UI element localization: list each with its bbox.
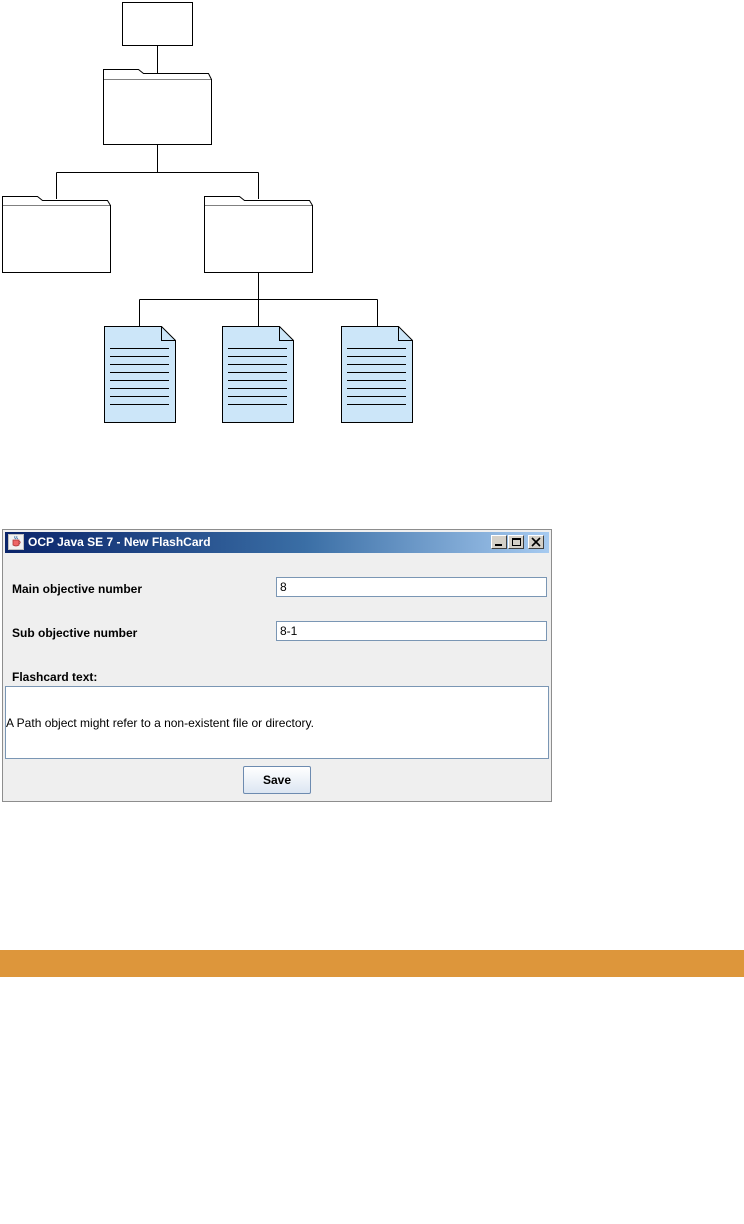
- maximize-icon: [512, 538, 521, 546]
- directory-tree-diagram: [2, 2, 413, 423]
- sub-objective-field[interactable]: 8-1: [276, 621, 547, 641]
- document-icon: [341, 326, 413, 423]
- minimize-icon: [495, 544, 502, 546]
- folder-icon: [103, 69, 212, 145]
- flashcard-window: OCP Java SE 7 - New FlashCard Main objec…: [2, 529, 552, 802]
- close-button[interactable]: [528, 535, 544, 549]
- flashcard-text-label: Flashcard text:: [12, 670, 98, 684]
- flashcard-text: A Path object might refer to a non-exist…: [6, 716, 314, 730]
- folder-icon: [204, 196, 313, 273]
- title-bar[interactable]: OCP Java SE 7 - New FlashCard: [5, 532, 549, 553]
- decorative-banner: [0, 950, 744, 977]
- main-objective-label: Main objective number: [12, 582, 143, 596]
- folder-icon: [2, 196, 111, 273]
- java-cup-icon: [8, 534, 24, 550]
- root-node: [122, 2, 193, 46]
- save-button[interactable]: Save: [243, 766, 311, 794]
- minimize-button[interactable]: [491, 535, 507, 549]
- sub-objective-label: Sub objective number: [12, 626, 138, 640]
- document-icon: [222, 326, 294, 423]
- close-icon: [531, 537, 541, 547]
- document-icon: [104, 326, 176, 423]
- flashcard-textarea[interactable]: A Path object might refer to a non-exist…: [5, 686, 549, 759]
- window-title: OCP Java SE 7 - New FlashCard: [28, 535, 211, 549]
- main-objective-field[interactable]: 8: [276, 577, 547, 597]
- maximize-button[interactable]: [508, 535, 524, 549]
